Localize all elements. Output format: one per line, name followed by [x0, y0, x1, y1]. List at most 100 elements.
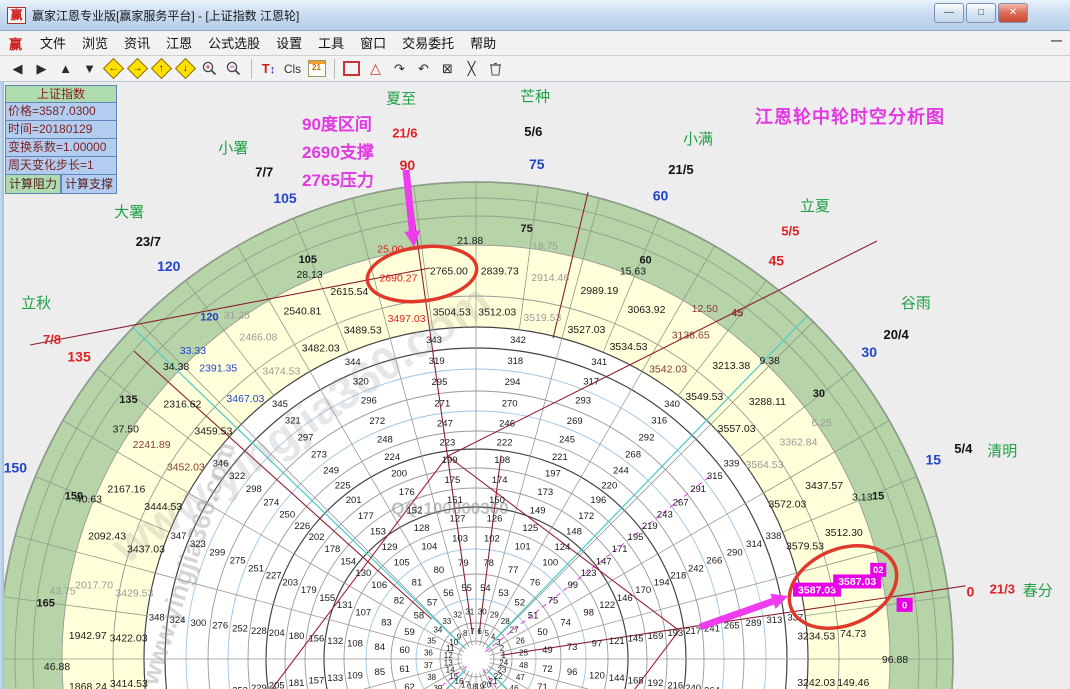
svg-text:77: 77: [508, 565, 519, 576]
toolbar-diamond-right-icon[interactable]: →: [126, 58, 149, 80]
svg-text:169: 169: [648, 631, 664, 642]
menu-item-2[interactable]: 浏览: [74, 33, 116, 54]
svg-text:107: 107: [355, 608, 371, 619]
close-button[interactable]: ✕: [998, 3, 1028, 23]
svg-text:270: 270: [502, 399, 518, 410]
svg-text:79: 79: [458, 558, 469, 569]
menu-item-8[interactable]: 窗口: [352, 33, 394, 54]
svg-text:317: 317: [583, 376, 599, 387]
svg-text:2839.73: 2839.73: [481, 266, 519, 278]
conversion-factor-value: 变换系数=1.00000: [5, 139, 117, 157]
toolbar-calendar-button[interactable]: 21: [305, 58, 328, 80]
menu-item-1[interactable]: 文件: [32, 33, 74, 54]
svg-text:2914.46: 2914.46: [531, 272, 569, 284]
svg-text:178: 178: [324, 544, 340, 555]
svg-text:229: 229: [251, 683, 267, 689]
toolbar-step-up-button[interactable]: ▲: [54, 58, 77, 80]
toolbar-delete-shape-button[interactable]: [484, 58, 507, 80]
menu-item-3[interactable]: 资讯: [116, 33, 158, 54]
minimize-button[interactable]: —: [934, 3, 964, 23]
note-line-3: 2765压力: [302, 166, 374, 191]
toolbar-diamond-up-icon[interactable]: ↑: [150, 58, 173, 80]
svg-text:170: 170: [635, 585, 651, 596]
svg-text:36: 36: [424, 649, 433, 658]
svg-text:147: 147: [596, 556, 612, 567]
svg-text:313: 313: [766, 615, 782, 626]
toolbar-diamond-left-icon[interactable]: ←: [102, 58, 125, 80]
calc-resistance-button[interactable]: 计算阻力: [5, 175, 61, 194]
svg-text:78: 78: [483, 558, 494, 569]
svg-text:177: 177: [358, 511, 374, 522]
svg-text:240: 240: [685, 683, 701, 689]
svg-text:3587.03: 3587.03: [838, 576, 876, 588]
svg-text:3542.03: 3542.03: [649, 364, 687, 376]
app-logo-icon: 赢: [7, 7, 26, 24]
svg-text:124: 124: [555, 542, 571, 553]
toolbar-zoom-out-button[interactable]: −: [222, 58, 245, 80]
svg-text:−: −: [230, 63, 235, 72]
gann-wheel-canvas[interactable]: QQ:100800360www.yingjia360.comwww.yingji…: [0, 82, 1070, 689]
svg-text:76: 76: [530, 577, 541, 588]
svg-text:246: 246: [499, 418, 515, 429]
toolbar-collapse-cross-button[interactable]: ╳: [460, 58, 483, 80]
toolbar-draw-triangle-button[interactable]: △: [364, 58, 387, 80]
svg-text:224: 224: [384, 452, 400, 463]
toolbar-pan-right-button[interactable]: ▶: [30, 58, 53, 80]
toolbar-pan-left-button[interactable]: ◀: [6, 58, 29, 80]
svg-text:29: 29: [490, 611, 499, 620]
svg-text:3213.38: 3213.38: [712, 360, 750, 372]
toolbar-zoom-in-button[interactable]: +: [198, 58, 221, 80]
svg-text:2989.19: 2989.19: [580, 285, 618, 297]
svg-text:3504.53: 3504.53: [433, 307, 471, 319]
child-minimize-button[interactable]: —: [1051, 35, 1062, 47]
gann-wheel-chart-area[interactable]: QQ:100800360www.yingjia360.comwww.yingji…: [0, 82, 1070, 689]
toolbar-rotate-cw-button[interactable]: ↷: [388, 58, 411, 80]
toolbar-time-axis-button[interactable]: T↕: [257, 58, 280, 80]
toolbar-boxed-x-button[interactable]: ⊠: [436, 58, 459, 80]
toolbar-diamond-down-icon[interactable]: ↓: [174, 58, 197, 80]
toolbar-rotate-ccw-button[interactable]: ↶: [412, 58, 435, 80]
maximize-button[interactable]: □: [966, 3, 996, 23]
svg-text:21/5: 21/5: [668, 162, 693, 177]
title-bar[interactable]: 赢 赢家江恩专业版[赢家服务平台] - [上证指数 江恩轮] — □ ✕: [0, 0, 1070, 31]
svg-text:1868.24: 1868.24: [69, 681, 107, 689]
svg-text:21/6: 21/6: [392, 125, 417, 140]
menu-item-5[interactable]: 公式选股: [200, 33, 268, 54]
svg-text:2615.54: 2615.54: [330, 286, 368, 298]
svg-text:3138.65: 3138.65: [672, 329, 710, 341]
menu-item-10[interactable]: 帮助: [462, 33, 504, 54]
svg-text:121: 121: [609, 636, 625, 647]
svg-text:3497.03: 3497.03: [388, 313, 426, 325]
menu-item-4[interactable]: 江恩: [158, 33, 200, 54]
svg-text:227: 227: [266, 571, 282, 582]
svg-text:218: 218: [670, 571, 686, 582]
svg-text:2765.00: 2765.00: [430, 266, 468, 278]
menu-item-7[interactable]: 工具: [310, 33, 352, 54]
svg-text:7/7: 7/7: [255, 165, 273, 180]
svg-text:245: 245: [559, 435, 575, 446]
svg-text:34.38: 34.38: [163, 361, 189, 373]
toolbar-cls-button[interactable]: Cls: [281, 58, 304, 80]
svg-text:132: 132: [327, 636, 343, 647]
window-controls: — □ ✕: [934, 3, 1028, 23]
toolbar-draw-square-button[interactable]: [340, 58, 363, 80]
svg-text:296: 296: [361, 396, 377, 407]
svg-text:02: 02: [873, 565, 884, 576]
svg-text:322: 322: [229, 471, 245, 482]
toolbar-step-down-button[interactable]: ▼: [78, 58, 101, 80]
svg-text:15.63: 15.63: [620, 265, 646, 277]
svg-text:271: 271: [434, 399, 450, 410]
svg-text:2017.70: 2017.70: [75, 580, 113, 592]
menu-item-6[interactable]: 设置: [268, 33, 310, 54]
svg-text:75: 75: [529, 156, 545, 172]
svg-text:33.33: 33.33: [180, 345, 206, 357]
svg-text:75: 75: [521, 223, 533, 235]
svg-text:3482.03: 3482.03: [302, 342, 340, 354]
svg-text:348: 348: [149, 612, 165, 623]
svg-text:56: 56: [443, 588, 454, 599]
calc-support-button[interactable]: 计算支撑: [61, 175, 117, 194]
svg-text:47: 47: [516, 673, 525, 682]
svg-text:小署: 小署: [218, 140, 248, 157]
menu-item-9[interactable]: 交易委托: [394, 33, 462, 54]
svg-text:53: 53: [498, 588, 509, 599]
